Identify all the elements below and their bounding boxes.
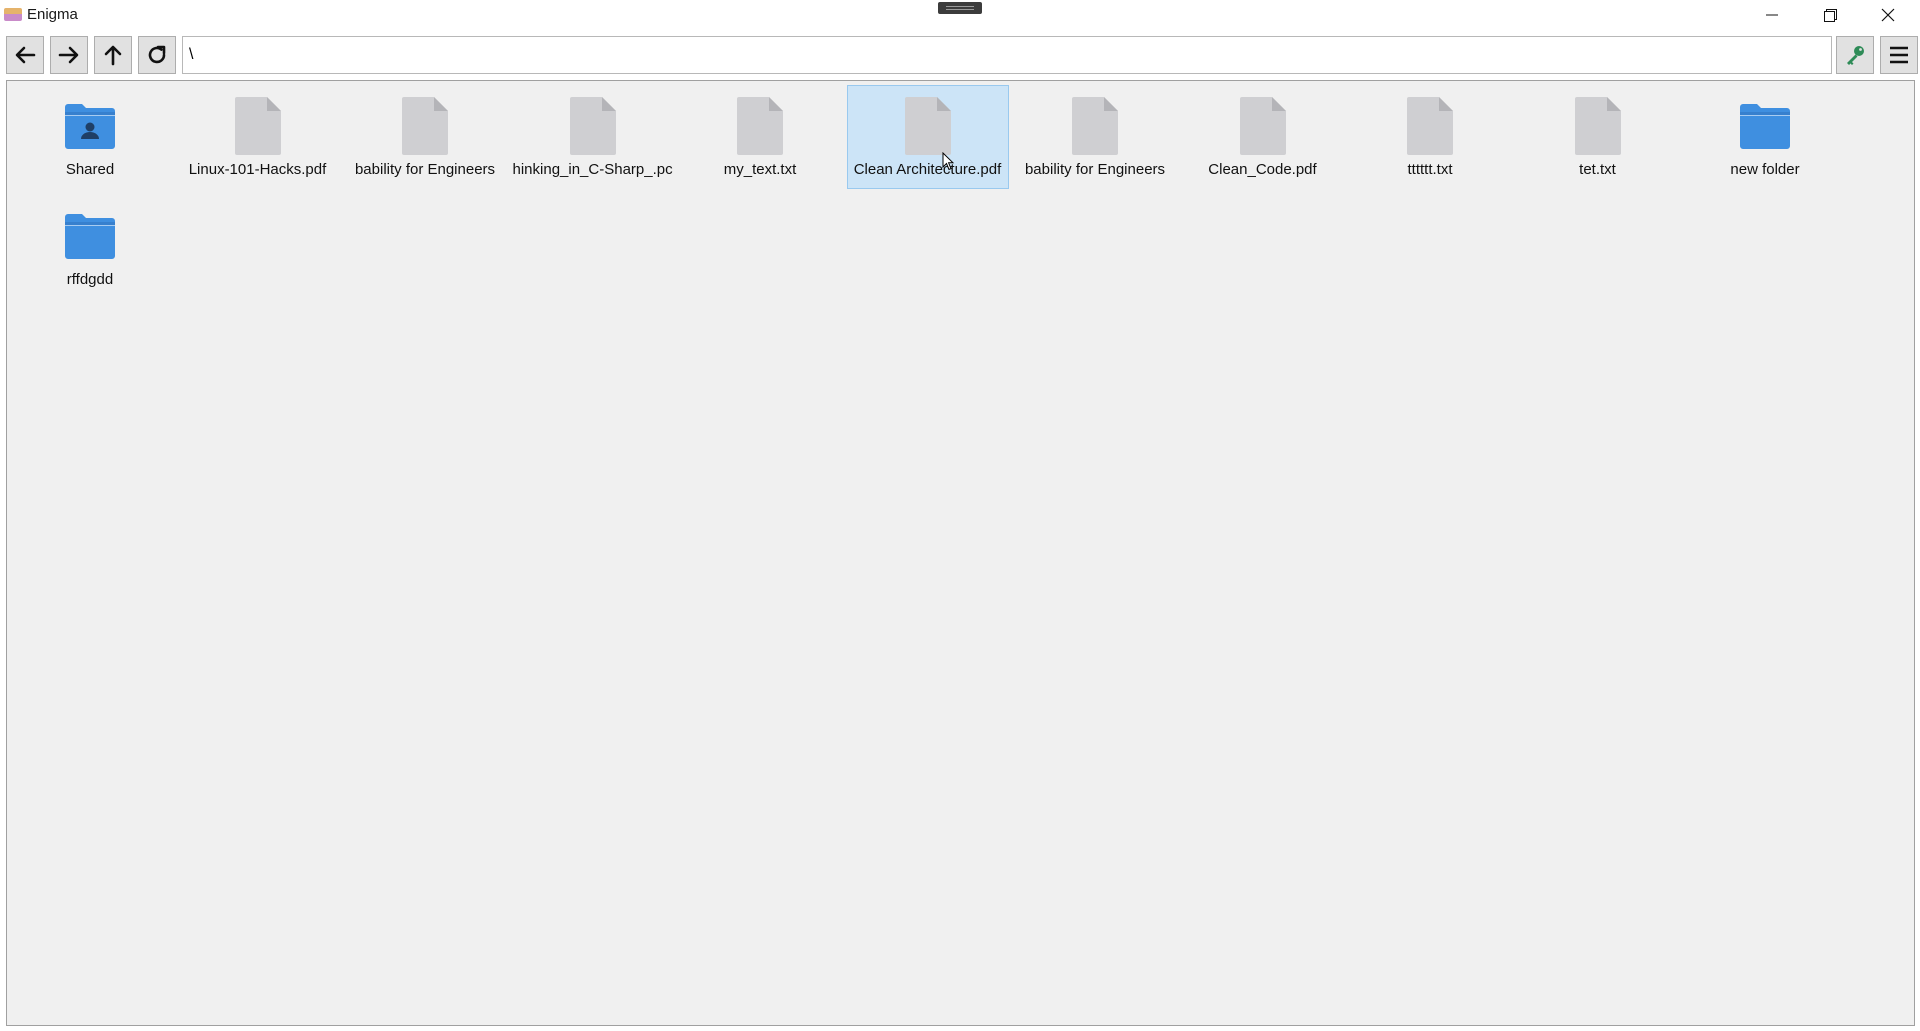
close-icon: [1881, 8, 1895, 22]
arrow-up-icon: [104, 45, 122, 66]
item-label: rffdgdd: [66, 271, 114, 288]
drag-handle[interactable]: [938, 2, 982, 14]
refresh-button[interactable]: [138, 36, 176, 74]
window-title: Enigma: [27, 6, 78, 23]
item-label: bability for Engineers: [354, 161, 496, 178]
restore-icon: [1823, 8, 1837, 22]
file-item[interactable]: Clean_Code.pdf: [1182, 85, 1344, 189]
file-item[interactable]: hinking_in_C-Sharp_.pc: [512, 85, 674, 189]
folder-item[interactable]: Shared: [9, 85, 171, 189]
item-label: tttttt.txt: [1407, 161, 1453, 178]
minimize-button[interactable]: [1743, 0, 1801, 30]
menu-button[interactable]: [1880, 36, 1918, 74]
file-item[interactable]: Linux-101-Hacks.pdf: [177, 85, 339, 189]
document-icon: [1235, 94, 1291, 158]
document-icon: [732, 94, 788, 158]
item-label: Clean Architecture.pdf: [853, 161, 1002, 178]
window-bottom-edge: [0, 1026, 1920, 1031]
key-button[interactable]: [1836, 36, 1874, 74]
item-label: bability for Engineers: [1024, 161, 1166, 178]
file-item[interactable]: bability for Engineers: [1014, 85, 1176, 189]
folder-item[interactable]: new folder: [1684, 85, 1846, 189]
item-label: Linux-101-Hacks.pdf: [188, 161, 327, 178]
back-button[interactable]: [6, 36, 44, 74]
file-item[interactable]: bability for Engineers: [344, 85, 506, 189]
item-label: Clean_Code.pdf: [1208, 161, 1317, 178]
item-label: my_text.txt: [723, 161, 797, 178]
folder-icon: [1737, 94, 1793, 158]
shared-folder-icon: [62, 94, 118, 158]
app-logo-icon: [4, 8, 22, 21]
document-icon: [397, 94, 453, 158]
document-icon: [565, 94, 621, 158]
document-icon: [1570, 94, 1626, 158]
close-button[interactable]: [1859, 0, 1917, 30]
file-grid: Shared Linux-101-Hacks.pdf bability for En…: [7, 85, 1850, 305]
path-input[interactable]: [182, 36, 1832, 74]
document-icon: [230, 94, 286, 158]
item-label: new folder: [1730, 161, 1800, 178]
forward-button[interactable]: [50, 36, 88, 74]
file-item[interactable]: tet.txt: [1517, 85, 1679, 189]
document-icon: [1067, 94, 1123, 158]
file-item[interactable]: Clean Architecture.pdf: [846, 85, 1009, 189]
hamburger-menu-icon: [1890, 46, 1908, 64]
toolbar: [0, 34, 1920, 76]
file-browser-panel[interactable]: Shared Linux-101-Hacks.pdf bability for En…: [6, 80, 1915, 1026]
item-label: Shared: [65, 161, 115, 178]
folder-icon: [62, 204, 118, 268]
refresh-icon: [148, 45, 166, 64]
folder-item[interactable]: rffdgdd: [9, 195, 171, 299]
title-bar: Enigma: [0, 0, 1920, 30]
file-item[interactable]: tttttt.txt: [1349, 85, 1511, 189]
item-label: tet.txt: [1579, 161, 1616, 178]
arrow-left-icon: [15, 46, 36, 64]
up-button[interactable]: [94, 36, 132, 74]
arrow-right-icon: [58, 46, 79, 64]
document-icon: [1402, 94, 1458, 158]
minimize-icon: [1766, 14, 1778, 16]
item-label: hinking_in_C-Sharp_.pc: [512, 161, 673, 178]
document-icon: [900, 94, 956, 158]
file-item[interactable]: my_text.txt: [679, 85, 841, 189]
restore-button[interactable]: [1801, 0, 1859, 30]
key-icon: [1847, 46, 1864, 65]
